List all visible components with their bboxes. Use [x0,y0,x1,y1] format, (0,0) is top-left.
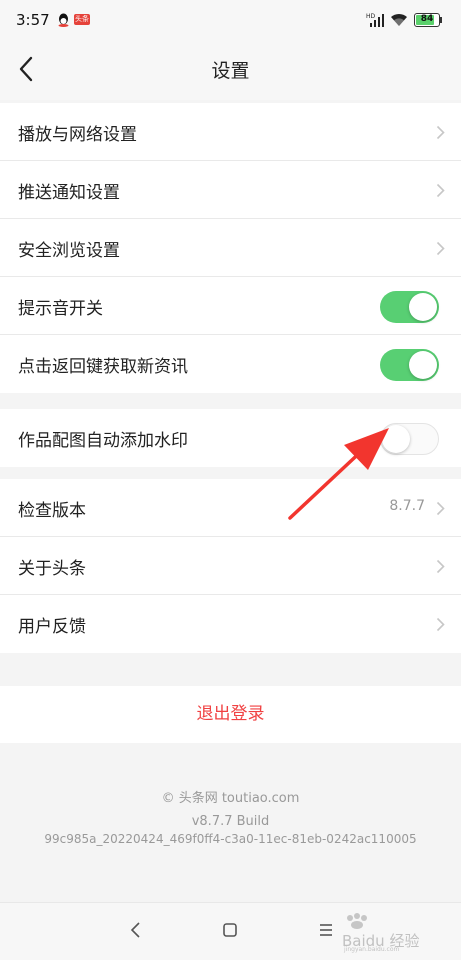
baidu-jingyan-watermark: Baidu 经验 jingyan.baidu.com [340,910,460,954]
battery-level: 84 [420,14,434,24]
status-bar: 3:57 头条 HD 84 [0,0,461,40]
nav-back-icon[interactable] [128,920,144,940]
chevron-right-icon [436,617,445,632]
settings-row-feedback[interactable]: 用户反馈 [0,595,461,653]
battery-tip [440,17,442,23]
toutiao-notification-icon: 头条 [74,14,90,25]
logout-button[interactable]: 退出登录 [0,686,461,743]
row-label: 关于头条 [18,559,86,579]
footer-build-id: 99c985a_20220424_469f0ff4-c3a0-11ec-81eb… [44,832,417,846]
settings-row-playback-network[interactable]: 播放与网络设置 [0,103,461,161]
settings-row-sound-toggle: 提示音开关 [0,277,461,335]
footer-version: v8.7.7 Build [191,814,270,829]
settings-group-watermark: 作品配图自动添加水印 [0,409,461,467]
chevron-right-icon [436,241,445,256]
settings-group-general: 播放与网络设置 推送通知设置 安全浏览设置 提示音开关 点击返回键获取新资讯 [0,103,461,393]
network-label: HD [366,13,376,20]
header: 设置 [0,40,461,100]
row-label: 播放与网络设置 [18,125,137,145]
row-label: 作品配图自动添加水印 [18,431,188,451]
footer-copyright: © 头条网 toutiao.com [161,791,300,806]
signal-icon: HD [366,13,384,27]
qq-icon [58,13,69,27]
chevron-right-icon [436,125,445,140]
chevron-right-icon [436,183,445,198]
settings-row-push-notification[interactable]: 推送通知设置 [0,161,461,219]
nav-home-icon[interactable] [222,922,238,938]
chevron-right-icon [436,501,445,516]
toggle-knob [409,293,437,321]
settings-row-check-version[interactable]: 检查版本 8.7.7 [0,479,461,537]
row-label: 提示音开关 [18,299,103,319]
sound-toggle-switch[interactable] [380,291,439,323]
page-title: 设置 [211,60,250,82]
wifi-icon [391,13,407,26]
chevron-right-icon [436,559,445,574]
toggle-knob [382,425,410,453]
row-label: 安全浏览设置 [18,241,120,261]
settings-row-watermark: 作品配图自动添加水印 [0,409,461,467]
status-time: 3:57 [16,11,50,29]
watermark-toggle-switch[interactable] [380,423,439,455]
back-refresh-toggle-switch[interactable] [380,349,439,381]
row-label: 点击返回键获取新资讯 [18,357,188,377]
toggle-knob [409,351,437,379]
watermark-url: jingyan.baidu.com [344,946,400,953]
row-label: 检查版本 [18,501,86,521]
battery-icon: 84 [414,13,440,27]
row-label: 用户反馈 [18,617,86,637]
settings-row-back-refresh: 点击返回键获取新资讯 [0,335,461,393]
version-value: 8.7.7 [389,498,425,514]
row-label: 推送通知设置 [18,183,120,203]
nav-menu-icon[interactable] [318,922,334,938]
settings-row-about[interactable]: 关于头条 [0,537,461,595]
settings-group-about: 检查版本 8.7.7 关于头条 用户反馈 [0,479,461,653]
settings-row-safe-browsing[interactable]: 安全浏览设置 [0,219,461,277]
